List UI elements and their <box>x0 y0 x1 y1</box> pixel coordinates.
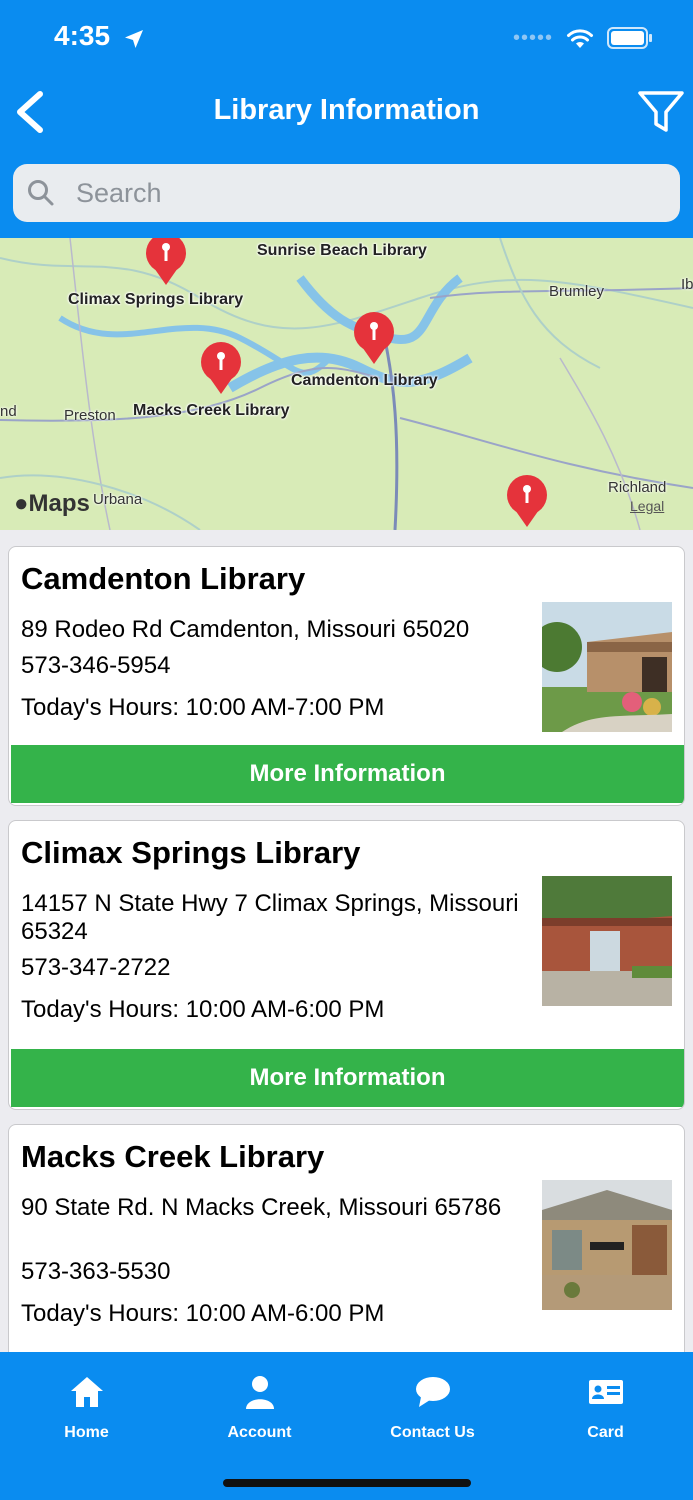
library-photo <box>542 876 672 1006</box>
map-town-label: Ib <box>681 276 693 293</box>
library-address: 89 Rodeo Rd Camdenton, Missouri 65020 <box>21 616 470 643</box>
library-photo <box>542 602 672 732</box>
map-town-label: Brumley <box>549 283 605 300</box>
chat-bubble-icon <box>416 1377 450 1407</box>
tab-label: Contact Us <box>390 1424 475 1441</box>
status-time: 4:35 <box>54 20 111 51</box>
library-hours: Today's Hours: 10:00 AM-6:00 PM <box>21 1300 385 1327</box>
library-address: 14157 N State Hwy 7 Climax Springs, Miss… <box>21 890 519 945</box>
library-phone[interactable]: 573-346-5954 <box>21 652 170 680</box>
filter-icon[interactable] <box>637 90 685 134</box>
map-pin-icon[interactable] <box>197 342 245 398</box>
id-card-icon <box>589 1380 623 1404</box>
search-input[interactable]: Search <box>13 164 680 222</box>
map-label: Climax Springs Library <box>68 291 244 308</box>
tab-card[interactable]: Card <box>519 1352 692 1452</box>
more-information-button[interactable]: More Information <box>11 1049 684 1107</box>
library-phone[interactable]: 573-363-5530 <box>21 1258 170 1286</box>
library-name: Camdenton Library <box>21 561 306 596</box>
map-pin-icon[interactable] <box>350 312 398 368</box>
search-placeholder: Search <box>76 178 162 208</box>
library-name: Climax Springs Library <box>21 835 361 870</box>
map-town-label: nd <box>0 403 17 420</box>
location-arrow-icon <box>125 30 143 48</box>
map-label: Macks Creek Library <box>133 402 290 419</box>
page-title: Library Information <box>213 94 480 126</box>
library-list[interactable]: Camdenton Library 89 Rodeo Rd Camdenton,… <box>0 530 693 1352</box>
more-information-button[interactable]: More Information <box>11 745 684 803</box>
maps-logo: ●Maps <box>14 490 90 517</box>
library-card: Macks Creek Library 90 State Rd. N Macks… <box>8 1124 685 1352</box>
library-name: Macks Creek Library <box>21 1139 325 1174</box>
search-icon <box>28 180 54 206</box>
tab-bar: Home Account Contact Us Card <box>0 1352 693 1500</box>
library-phone[interactable]: 573-347-2722 <box>21 954 170 982</box>
battery-icon <box>607 27 652 49</box>
home-indicator <box>223 1479 471 1487</box>
library-photo <box>542 1180 672 1310</box>
legal-link[interactable]: Legal <box>630 498 664 514</box>
library-address: 90 State Rd. N Macks Creek, Missouri 657… <box>21 1194 502 1221</box>
tab-contact-us[interactable]: Contact Us <box>346 1352 519 1452</box>
home-icon <box>71 1377 103 1407</box>
tab-label: Home <box>64 1424 109 1441</box>
library-hours: Today's Hours: 10:00 AM-6:00 PM <box>21 996 385 1023</box>
header: 4:35 ••••• Library Information Search <box>0 0 693 238</box>
map-pin-icon[interactable] <box>142 238 190 289</box>
map-label: Camdenton Library <box>291 372 438 389</box>
map-view[interactable]: Sunrise Beach Library Climax Springs Lib… <box>0 238 693 530</box>
status-indicators: ••••• <box>513 26 653 50</box>
wifi-icon <box>567 29 593 48</box>
tab-home[interactable]: Home <box>0 1352 173 1452</box>
library-card: Climax Springs Library 14157 N State Hwy… <box>8 820 685 1110</box>
library-hours: Today's Hours: 10:00 AM-7:00 PM <box>21 694 385 721</box>
map-pin-icon[interactable] <box>503 475 551 530</box>
map-label: Sunrise Beach Library <box>257 242 427 259</box>
map-town-label: Richland <box>608 479 667 496</box>
map-town-label: Preston <box>64 407 116 424</box>
tab-account[interactable]: Account <box>173 1352 346 1452</box>
tab-label: Account <box>227 1424 292 1441</box>
library-card: Camdenton Library 89 Rodeo Rd Camdenton,… <box>8 546 685 806</box>
map-town-label: Urbana <box>93 491 143 508</box>
person-icon <box>246 1376 274 1409</box>
tab-label: Card <box>587 1424 624 1441</box>
cellular-signal-icon: ••••• <box>512 26 553 49</box>
